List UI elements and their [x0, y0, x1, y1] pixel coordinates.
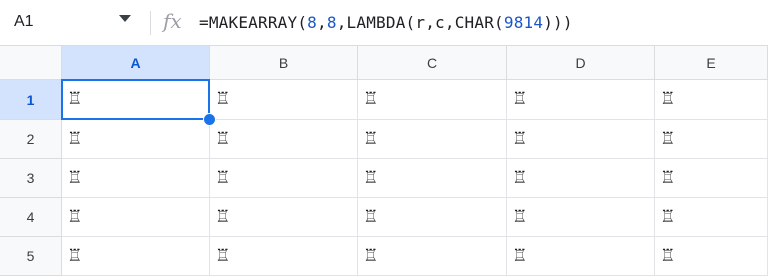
cell-c2[interactable]: ♖ [358, 120, 507, 159]
column-header-b[interactable]: B [210, 46, 358, 80]
cell-b3[interactable]: ♖ [210, 159, 358, 198]
cell-c5[interactable]: ♖ [358, 237, 507, 276]
cell-a2[interactable]: ♖ [62, 120, 210, 159]
select-all-corner[interactable] [0, 46, 62, 80]
column-header-d[interactable]: D [507, 46, 655, 80]
formula-token: ))) [543, 13, 573, 32]
cell-d5[interactable]: ♖ [507, 237, 655, 276]
cell-c1[interactable]: ♖ [358, 80, 507, 120]
formula-token: =MAKEARRAY( [199, 13, 308, 32]
divider [150, 11, 151, 35]
cell-a1[interactable]: ♖ [62, 80, 210, 120]
cell-c4[interactable]: ♖ [358, 198, 507, 237]
cell-d3[interactable]: ♖ [507, 159, 655, 198]
cell-e1[interactable]: ♖ [655, 80, 768, 120]
name-box-value[interactable]: A1 [14, 13, 34, 31]
cell-e3[interactable]: ♖ [655, 159, 768, 198]
cell-d4[interactable]: ♖ [507, 198, 655, 237]
cell-d2[interactable]: ♖ [507, 120, 655, 159]
column-header-a[interactable]: A [62, 46, 210, 80]
cell-a4[interactable]: ♖ [62, 198, 210, 237]
formula-token: , [317, 13, 327, 32]
cell-a5[interactable]: ♖ [62, 237, 210, 276]
cell-b5[interactable]: ♖ [210, 237, 358, 276]
formula-input[interactable]: =MAKEARRAY(8,8,LAMBDA(r,c,CHAR(9814))) [199, 13, 573, 32]
row-header-2[interactable]: 2 [0, 120, 62, 159]
formula-number-token: 9814 [503, 13, 544, 32]
formula-number-token: 8 [307, 13, 318, 32]
cell-e2[interactable]: ♖ [655, 120, 768, 159]
cell-b4[interactable]: ♖ [210, 198, 358, 237]
row-header-1[interactable]: 1 [0, 80, 62, 120]
cell-b2[interactable]: ♖ [210, 120, 358, 159]
row-header-3[interactable]: 3 [0, 159, 62, 198]
name-box[interactable]: A1 [0, 0, 140, 46]
row-header-4[interactable]: 4 [0, 198, 62, 237]
cell-e5[interactable]: ♖ [655, 237, 768, 276]
function-icon: fx [163, 9, 182, 33]
cell-d1[interactable]: ♖ [507, 80, 655, 120]
cell-e4[interactable]: ♖ [655, 198, 768, 237]
cell-a3[interactable]: ♖ [62, 159, 210, 198]
formula-bar: A1 fx =MAKEARRAY(8,8,LAMBDA(r,c,CHAR(981… [0, 0, 768, 46]
chevron-down-icon[interactable] [119, 15, 131, 22]
cell-c3[interactable]: ♖ [358, 159, 507, 198]
formula-token: ,LAMBDA(r,c,CHAR( [336, 13, 504, 32]
cell-b1[interactable]: ♖ [210, 80, 358, 120]
column-header-c[interactable]: C [358, 46, 507, 80]
formula-number-token: 8 [326, 13, 337, 32]
column-header-e[interactable]: E [655, 46, 768, 80]
fill-handle[interactable] [203, 113, 216, 126]
row-header-5[interactable]: 5 [0, 237, 62, 276]
